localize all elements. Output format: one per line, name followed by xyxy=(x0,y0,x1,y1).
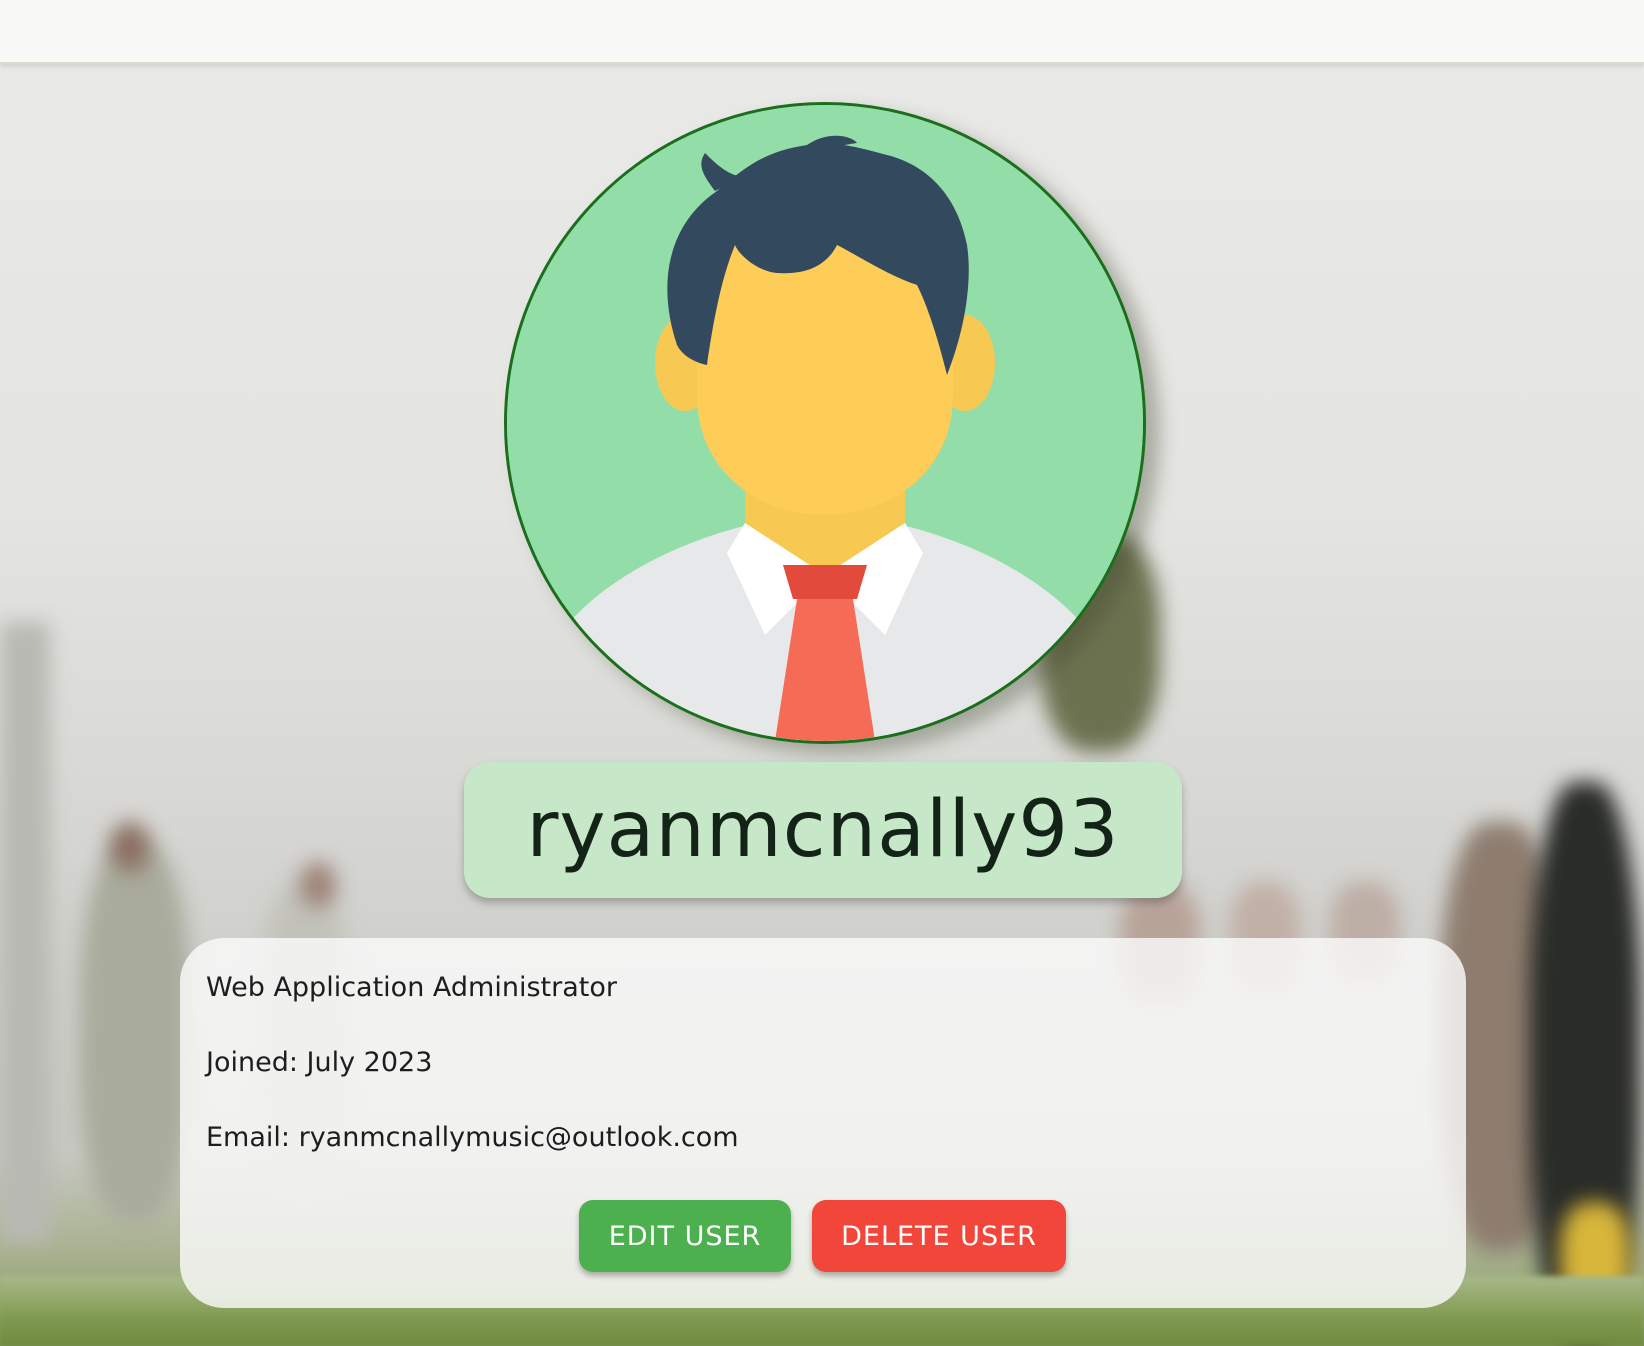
username-text: ryanmcnally93 xyxy=(526,785,1120,875)
delete-user-button[interactable]: DELETE USER xyxy=(812,1200,1066,1272)
joined-date-text: Joined: July 2023 xyxy=(206,1047,433,1078)
email-text: Email: ryanmcnallymusic@outlook.com xyxy=(206,1122,739,1153)
profile-info-card: Web Application Administrator Joined: Ju… xyxy=(180,938,1466,1308)
top-nav-bar xyxy=(0,0,1644,64)
role-text: Web Application Administrator xyxy=(206,972,617,1003)
avatar xyxy=(504,102,1146,744)
person-with-tie-icon xyxy=(507,105,1143,741)
username-badge: ryanmcnally93 xyxy=(464,762,1182,898)
edit-user-button[interactable]: EDIT USER xyxy=(579,1200,791,1272)
